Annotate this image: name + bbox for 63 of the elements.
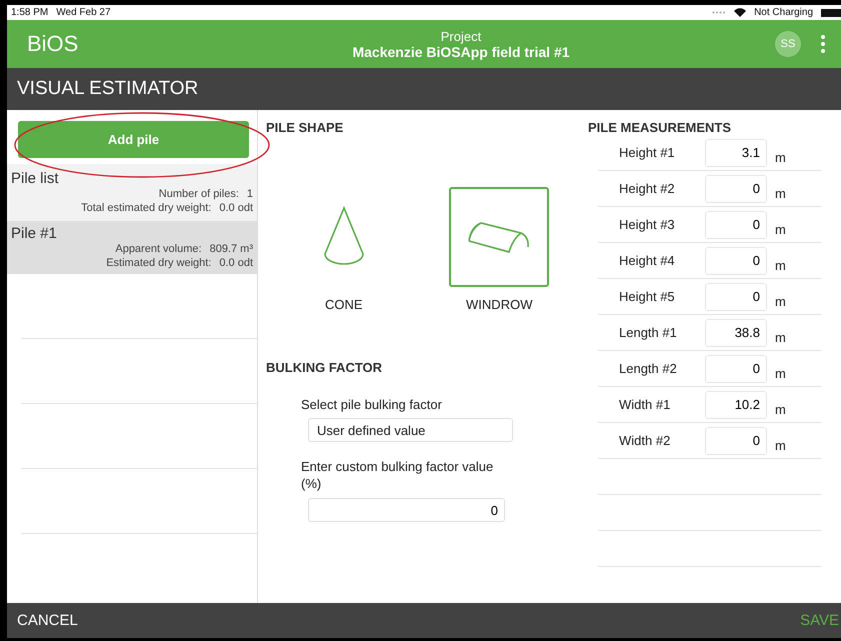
pile-list-title: Pile list	[11, 170, 60, 187]
unit-label: m	[775, 366, 786, 381]
wifi-icon	[734, 8, 746, 17]
stat-value: 0.0 odt	[219, 201, 253, 215]
measurement-input[interactable]: 0	[705, 210, 767, 238]
unit-label: m	[775, 258, 786, 273]
bulking-input[interactable]: 0	[308, 498, 505, 522]
app-logo: BiOS	[27, 31, 80, 57]
save-button[interactable]: SAVE	[800, 612, 839, 629]
measurement-label: Height #3	[618, 217, 676, 232]
measurement-label: Length #1	[618, 325, 678, 340]
shape-tile[interactable]	[449, 187, 550, 287]
windrow-icon	[467, 219, 532, 255]
measurement-label: Height #4	[618, 253, 676, 268]
stat-label: Number of piles:	[158, 187, 239, 201]
section-heading: PILE SHAPE	[266, 120, 344, 135]
unit-label: m	[775, 402, 786, 417]
measurement-label: Width #2	[618, 433, 672, 448]
unit-label: m	[775, 438, 786, 453]
stat-label: Estimated dry weight:	[106, 256, 212, 270]
measurement-input[interactable]: 0	[705, 426, 767, 454]
measurement-label: Height #2	[618, 181, 676, 196]
section-heading: BULKING FACTOR	[266, 360, 384, 375]
pile-item[interactable]: Pile #1 Apparent volume: 809.7 m³ Estimated dry weight: 0.0 odt	[7, 221, 257, 274]
cancel-button[interactable]: CANCEL	[17, 612, 78, 629]
status-date: Wed Feb 27	[56, 7, 111, 18]
measurement-label: Height #5	[618, 289, 676, 304]
pile-name: Pile #1	[11, 225, 58, 242]
screen-title: VISUAL ESTIMATOR	[17, 78, 198, 100]
status-time: 1:58 PM	[11, 7, 48, 18]
measurement-input[interactable]: 38.8	[705, 318, 767, 346]
unit-label: m	[775, 222, 786, 237]
field-label: Select pile bulking factor	[301, 397, 443, 412]
section-heading: PILE MEASUREMENTS	[588, 120, 732, 135]
measurement-label: Length #2	[618, 361, 678, 376]
unit-label: m	[775, 150, 786, 165]
unit-label: m	[775, 186, 786, 201]
bulking-select[interactable]: User defined value	[308, 418, 513, 442]
battery-icon	[821, 8, 841, 16]
battery-status: Not Charging	[754, 7, 813, 18]
measurement-input[interactable]: 0	[705, 174, 767, 202]
measurement-label: Height #1	[618, 145, 676, 160]
measurement-input[interactable]: 3.1	[705, 138, 767, 166]
shape-option[interactable]: CONE	[294, 187, 394, 312]
stat-value: 1	[246, 187, 253, 201]
project-title: Mackenzie BiOSApp field trial #1	[352, 44, 570, 60]
stat-label: Apparent volume:	[115, 242, 202, 256]
stat-value: 809.7 m³	[210, 242, 253, 256]
measurement-label: Width #1	[618, 397, 672, 412]
project-label: Project	[440, 28, 482, 44]
measurement-input[interactable]: 10.2	[705, 390, 767, 418]
stat-label: Total estimated dry weight:	[81, 201, 212, 215]
measurement-input[interactable]: 0	[705, 246, 767, 274]
shape-option[interactable]: WINDROW	[449, 187, 550, 312]
field-label: Enter custom bulking factor value (%)	[301, 458, 494, 492]
measurement-input[interactable]: 0	[705, 354, 767, 382]
stat-value: 0.0 odt	[219, 256, 253, 270]
signal-dots-icon	[712, 11, 726, 14]
menu-icon[interactable]	[821, 35, 825, 53]
unit-label: m	[775, 330, 786, 345]
unit-label: m	[775, 294, 786, 309]
measurement-input[interactable]: 0	[705, 282, 767, 310]
cone-icon	[322, 206, 366, 268]
